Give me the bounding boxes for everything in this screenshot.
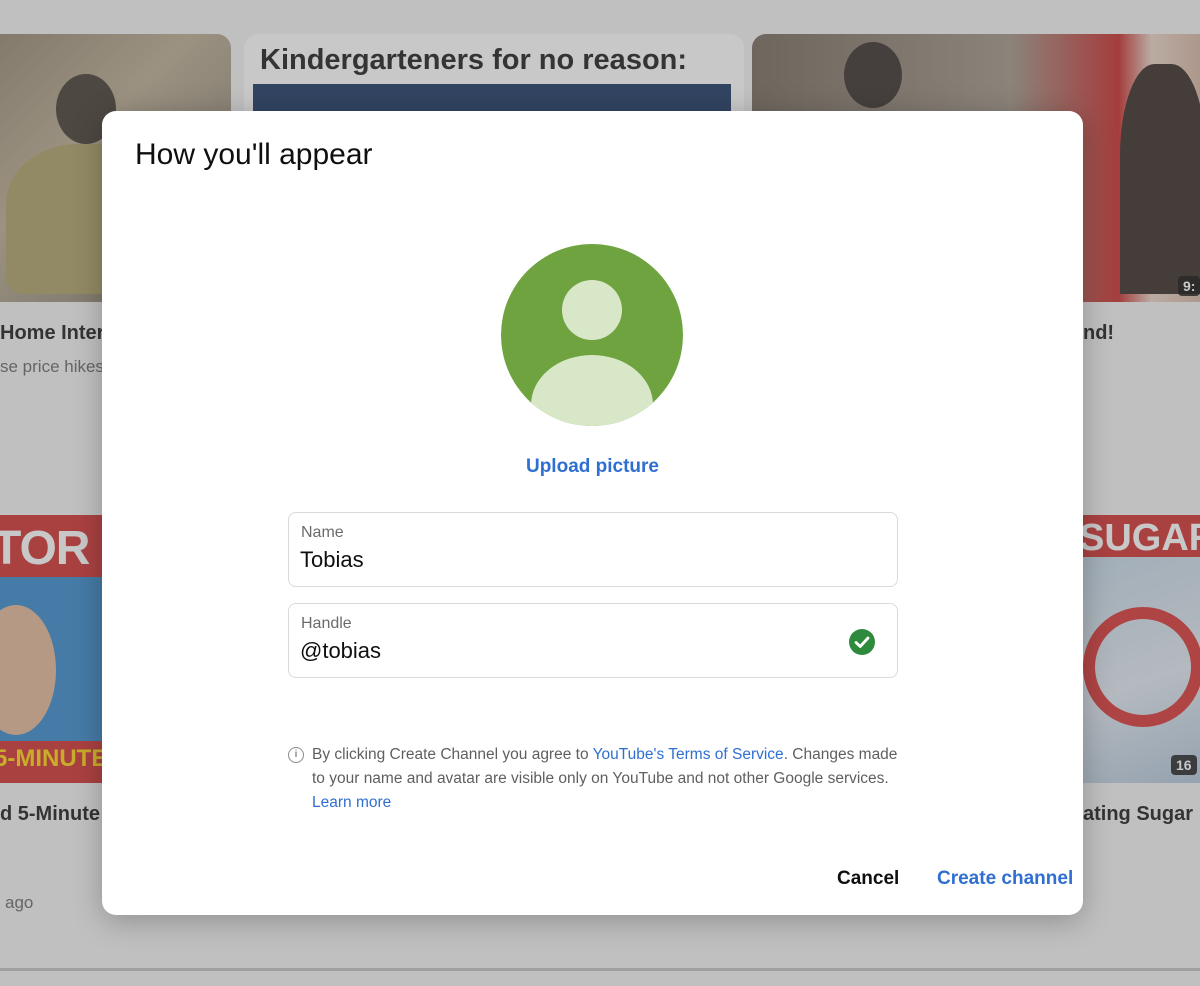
- create-channel-dialog: How you'll appear Upload picture Name Ha…: [102, 111, 1083, 915]
- avatar-head-shape: [562, 280, 622, 340]
- terms-of-service-link[interactable]: YouTube's Terms of Service: [593, 746, 784, 763]
- upload-picture-link[interactable]: Upload picture: [102, 456, 1083, 478]
- terms-text: By clicking Create Channel you agree to …: [312, 743, 902, 815]
- handle-field-label: Handle: [301, 615, 352, 632]
- check-circle-icon: [849, 629, 875, 655]
- name-field-label: Name: [301, 524, 344, 541]
- handle-field[interactable]: Handle: [288, 603, 898, 678]
- create-channel-button[interactable]: Create channel: [937, 868, 1073, 890]
- avatar-placeholder[interactable]: [501, 244, 683, 426]
- handle-input[interactable]: [300, 638, 820, 664]
- cancel-button[interactable]: Cancel: [837, 868, 899, 890]
- dialog-title: How you'll appear: [135, 138, 373, 171]
- info-icon: i: [288, 747, 304, 763]
- avatar-body-shape: [531, 355, 653, 426]
- learn-more-link[interactable]: Learn more: [312, 794, 391, 811]
- name-input[interactable]: [300, 547, 820, 573]
- terms-text-before: By clicking Create Channel you agree to: [312, 746, 593, 763]
- name-field[interactable]: Name: [288, 512, 898, 587]
